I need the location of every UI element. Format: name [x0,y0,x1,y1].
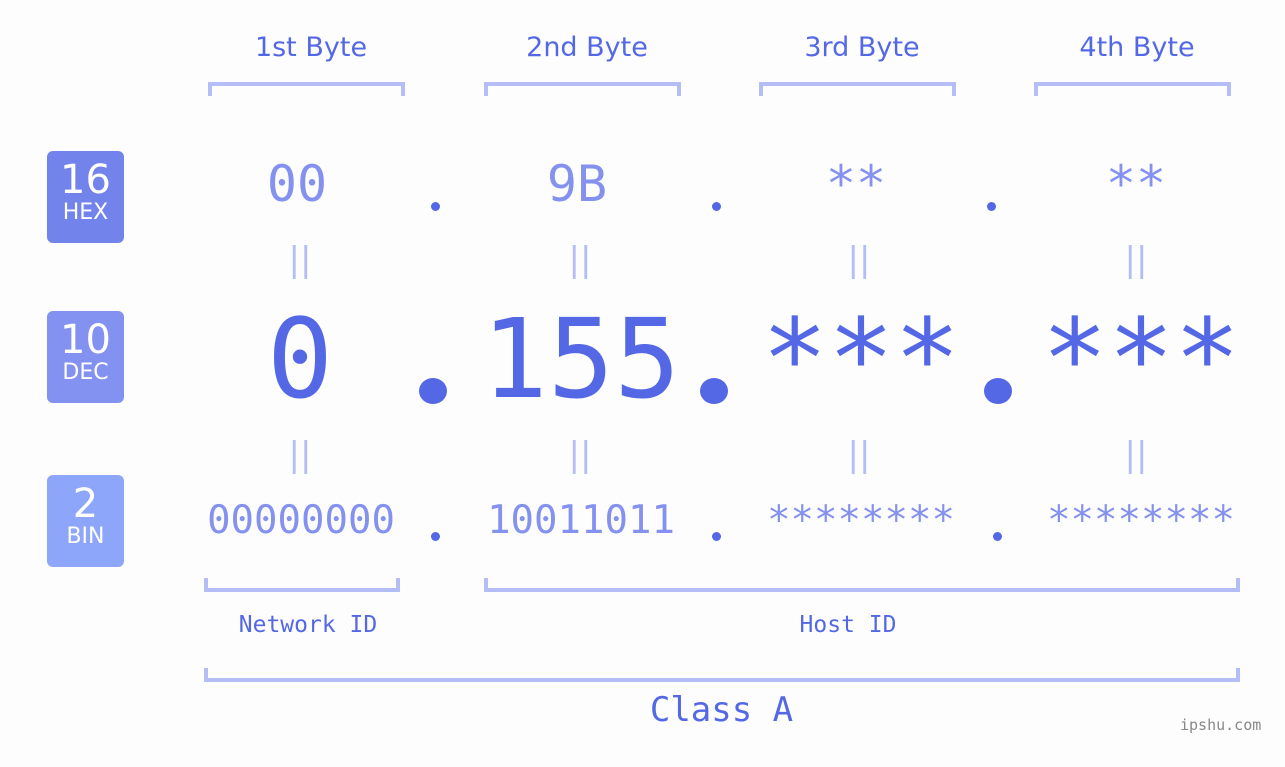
bin-separator-dot [712,532,721,541]
equals-symbol: || [847,240,871,280]
network-id-label: Network ID [238,612,378,638]
dec-value-3: *** [761,295,961,423]
hex-separator-dot [712,202,721,211]
bin-separator-dot [993,532,1002,541]
bin-separator-dot [431,532,440,541]
host-id-bracket [484,578,1240,592]
hex-badge: 16 HEX [47,151,124,243]
byte-bracket-2 [484,82,681,96]
bin-value-3: ******** [767,498,955,543]
equals-symbol: || [288,435,312,475]
dec-badge: 10 DEC [47,311,124,403]
byte-header-1: 1st Byte [254,32,368,63]
dec-separator-dot [419,378,447,404]
hex-value-1: 00 [266,155,328,213]
equals-symbol: || [568,240,592,280]
bin-value-1: 00000000 [207,498,395,543]
byte-bracket-4 [1034,82,1231,96]
bin-value-2: 10011011 [487,498,675,543]
hex-value-2: 9B [546,155,608,213]
host-id-label: Host ID [799,612,897,638]
class-label: Class A [649,690,794,730]
network-id-bracket [204,578,400,592]
dec-badge-number: 10 [60,317,111,363]
dec-value-2: 155 [481,295,681,423]
hex-badge-label: HEX [62,200,109,225]
bin-badge: 2 BIN [47,475,124,567]
byte-header-2: 2nd Byte [526,32,648,63]
hex-badge-number: 16 [60,157,111,203]
bin-badge-label: BIN [66,524,105,549]
dec-separator-dot [984,378,1012,404]
byte-bracket-3 [759,82,956,96]
dec-value-1: 0 [266,295,334,423]
hex-separator-dot [987,202,996,211]
equals-symbol: || [568,435,592,475]
equals-symbol: || [1124,435,1148,475]
hex-value-4: ** [1105,155,1167,213]
hex-separator-dot [431,202,440,211]
byte-header-3: 3rd Byte [804,32,920,63]
dec-badge-label: DEC [62,360,109,385]
equals-symbol: || [847,435,871,475]
dec-value-4: *** [1041,295,1241,423]
byte-bracket-1 [208,82,405,96]
hex-value-3: ** [825,155,887,213]
byte-header-4: 4th Byte [1079,32,1195,63]
class-bracket [204,668,1240,682]
bin-value-4: ******** [1047,498,1235,543]
dec-separator-dot [700,378,728,404]
watermark: ipshu.com [1180,716,1262,734]
bin-badge-number: 2 [72,481,99,527]
equals-symbol: || [1124,240,1148,280]
equals-symbol: || [288,240,312,280]
